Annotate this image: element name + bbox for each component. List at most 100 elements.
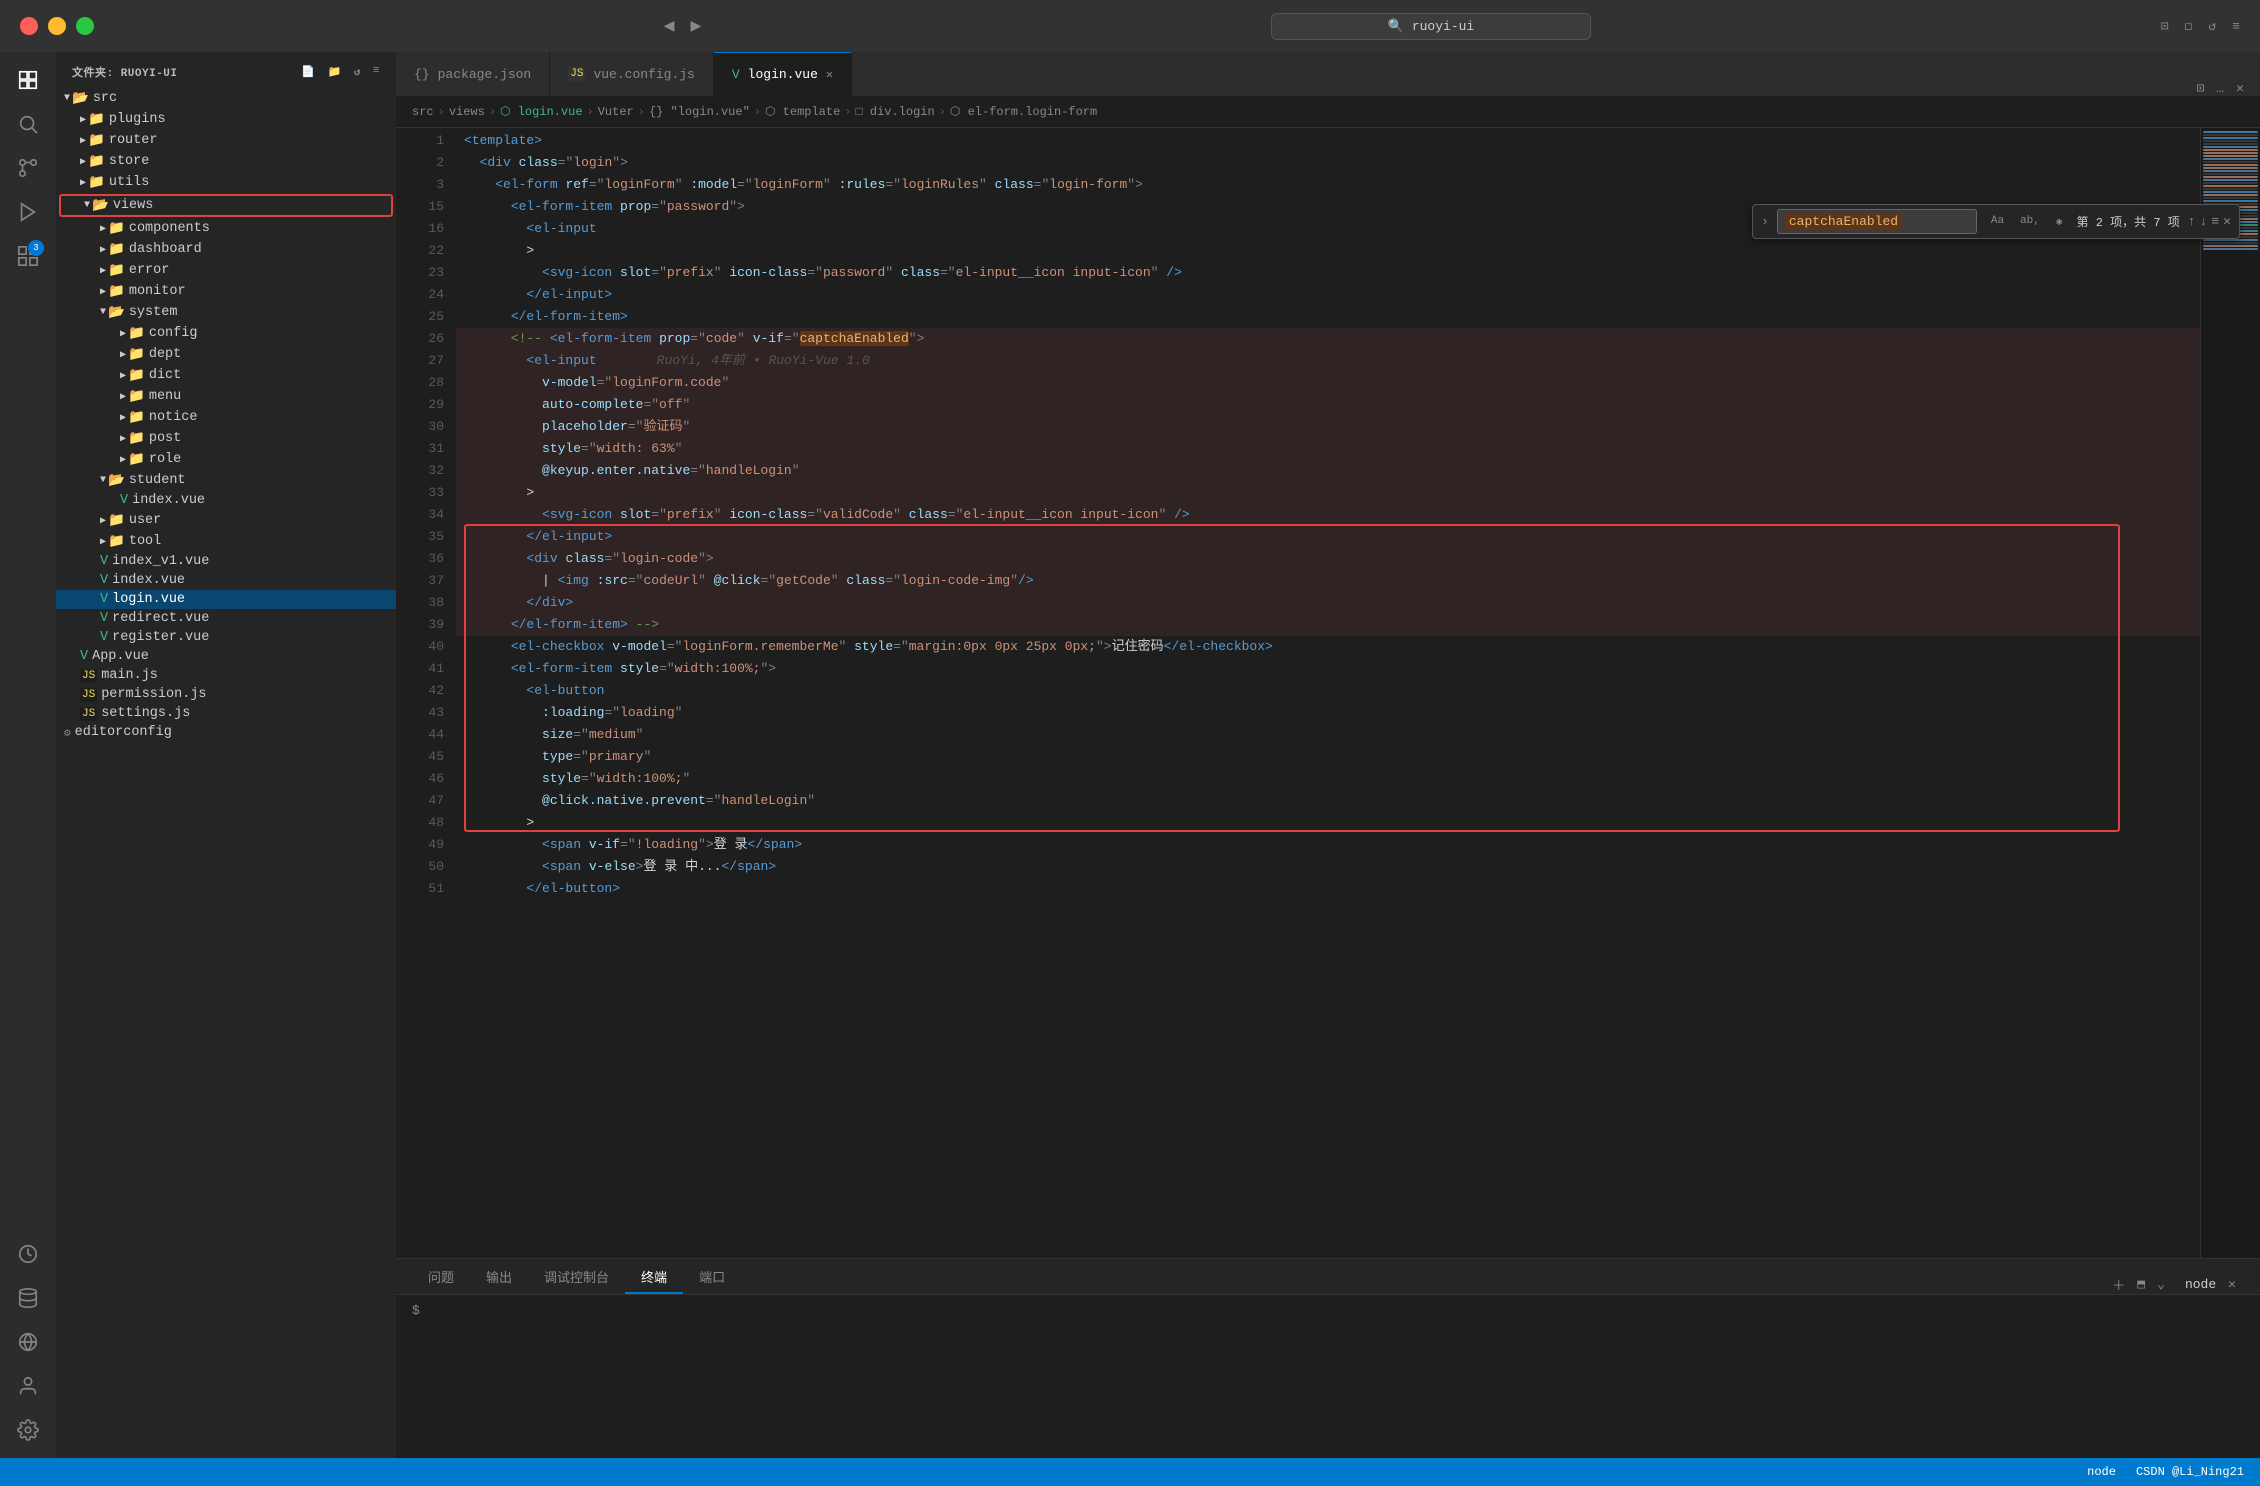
nav-forward-icon[interactable]: ▶ xyxy=(691,15,702,37)
panel-tab-debug[interactable]: 调试控制台 xyxy=(528,1261,625,1294)
panel-more-icon[interactable]: ⌄ xyxy=(2157,1277,2165,1292)
new-file-icon[interactable]: 📄 xyxy=(301,65,315,79)
search-close-icon[interactable]: ✕ xyxy=(2223,214,2231,229)
breadcrumb-src[interactable]: src xyxy=(412,105,434,119)
collapse-all-icon[interactable]: ≡ xyxy=(373,65,380,79)
tree-item[interactable]: ▶ 📁 dict xyxy=(56,365,396,386)
title-bar: ◀ ▶ 🔍 ruoyi-ui ⊡ ◻ ↺ ≡ xyxy=(0,0,2260,52)
tree-item[interactable]: ▶ 📁 dashboard xyxy=(56,239,396,260)
extensions-icon[interactable]: 3 xyxy=(8,236,48,276)
close-button[interactable] xyxy=(20,17,38,35)
panel-tabs: 问题 输出 调试控制台 终端 端口 ＋ ⬒ ⌄ node ✕ xyxy=(396,1259,2260,1295)
regex-btn[interactable]: ✱ xyxy=(2050,212,2069,232)
refresh-sidebar-icon[interactable]: ↺ xyxy=(354,65,361,79)
tree-item[interactable]: JS permission.js xyxy=(56,685,396,704)
maximize-button[interactable] xyxy=(76,17,94,35)
breadcrumb-sep-7: › xyxy=(939,105,946,119)
tree-item[interactable]: ▶ 📁 components xyxy=(56,218,396,239)
tree-item[interactable]: ▶ 📁 monitor xyxy=(56,281,396,302)
tree-item[interactable]: V redirect.vue xyxy=(56,609,396,628)
account-icon[interactable] xyxy=(8,1366,48,1406)
panel-close-icon[interactable]: ✕ xyxy=(2228,1277,2236,1292)
whole-word-btn[interactable]: ab, xyxy=(2014,212,2046,232)
code-line-30: placeholder="验证码" xyxy=(456,416,2200,438)
vue-icon-4: V xyxy=(100,592,108,607)
run-icon[interactable] xyxy=(8,192,48,232)
tree-item[interactable]: ▶ 📁 dept xyxy=(56,344,396,365)
case-sensitive-btn[interactable]: Aa xyxy=(1985,212,2010,232)
tab-vue-config[interactable]: JS vue.config.js xyxy=(550,52,714,96)
clock-icon[interactable] xyxy=(8,1234,48,1274)
tree-item[interactable]: ▶ 📁 role xyxy=(56,449,396,470)
sidebar-item-user[interactable]: ▶ 📁 user xyxy=(56,510,396,531)
more-tabs-icon[interactable]: … xyxy=(2216,81,2224,96)
tree-item[interactable]: V index.vue xyxy=(56,491,396,510)
search-activity-icon[interactable] xyxy=(8,104,48,144)
tree-item[interactable]: ▼ 📂 student xyxy=(56,470,396,491)
panel-add-icon[interactable]: ＋ xyxy=(2112,1275,2125,1294)
search-input[interactable]: captchaEnabled xyxy=(1777,209,1977,234)
line-num-34: 34 xyxy=(396,504,444,526)
search-expand-icon[interactable]: › xyxy=(1761,214,1769,229)
panel-tab-ports[interactable]: 端口 xyxy=(683,1261,741,1294)
panel-tab-output[interactable]: 输出 xyxy=(470,1261,528,1294)
split-editor-icon[interactable]: ⊡ xyxy=(2197,81,2205,96)
tree-item[interactable]: ▶ 📁 plugins xyxy=(56,109,396,130)
code-content: 1 2 3 15 16 22 23 24 25 26 27 28 29 30 xyxy=(396,128,2200,900)
more-icon[interactable]: ≡ xyxy=(2232,19,2240,34)
tree-item[interactable]: ▶ 📁 config xyxy=(56,323,396,344)
tab-login-vue[interactable]: V login.vue ✕ xyxy=(714,52,852,96)
tree-item[interactable]: ▶ 📁 tool xyxy=(56,531,396,552)
panel-content[interactable]: $ xyxy=(396,1295,2260,1458)
tree-item[interactable]: V index_v1.vue xyxy=(56,552,396,571)
tree-item[interactable]: ⚙ editorconfig xyxy=(56,723,396,742)
panel-split-icon[interactable]: ⬒ xyxy=(2137,1277,2145,1292)
sidebar-item-views[interactable]: ▼ 📂 views xyxy=(60,195,392,216)
search-next-icon[interactable]: ↓ xyxy=(2200,214,2208,229)
tree-item[interactable]: ▶ 📁 error xyxy=(56,260,396,281)
tree-item[interactable]: ▶ 📁 post xyxy=(56,428,396,449)
layout-icon[interactable]: ◻ xyxy=(2185,19,2193,34)
tree-item[interactable]: ▶ 📁 notice xyxy=(56,407,396,428)
breadcrumb-loginvue-key[interactable]: {} "login.vue" xyxy=(649,105,750,119)
tree-item[interactable]: ▶ 📁 utils xyxy=(56,172,396,193)
tree-item[interactable]: V register.vue xyxy=(56,628,396,647)
tree-item[interactable]: JS main.js xyxy=(56,666,396,685)
breadcrumb-views[interactable]: views xyxy=(449,105,485,119)
tree-item[interactable]: ▶ 📁 menu xyxy=(56,386,396,407)
sidebar-item-router[interactable]: ▶ 📁 router xyxy=(56,130,396,151)
breadcrumb-template[interactable]: ⬡ template xyxy=(765,104,840,119)
search-lines-icon[interactable]: ≡ xyxy=(2211,214,2219,229)
tree-item[interactable]: ▶ 📁 store xyxy=(56,151,396,172)
panel-tab-problems[interactable]: 问题 xyxy=(412,1261,470,1294)
split-icon[interactable]: ⊡ xyxy=(2161,19,2169,34)
tree-item[interactable]: JS settings.js xyxy=(56,704,396,723)
explorer-icon[interactable] xyxy=(8,60,48,100)
refresh-icon[interactable]: ↺ xyxy=(2208,19,2216,34)
source-control-icon[interactable] xyxy=(8,148,48,188)
tree-item[interactable]: ▼ 📂 src xyxy=(56,88,396,109)
search-prev-icon[interactable]: ↑ xyxy=(2188,214,2196,229)
tree-item[interactable]: ▼ 📂 system xyxy=(56,302,396,323)
tab-close-icon[interactable]: ✕ xyxy=(826,67,833,82)
database-icon[interactable] xyxy=(8,1278,48,1318)
nav-back-icon[interactable]: ◀ xyxy=(664,15,675,37)
code-editor[interactable]: 1 2 3 15 16 22 23 24 25 26 27 28 29 30 xyxy=(396,128,2200,1258)
breadcrumb-divlogin[interactable]: □ div.login xyxy=(855,105,934,119)
sidebar-item-login-vue[interactable]: V login.vue xyxy=(56,590,396,609)
tree-item[interactable]: V App.vue xyxy=(56,647,396,666)
status-bar: node CSDN @Li_Ning21 xyxy=(0,1458,2260,1486)
close-panel-icon[interactable]: ✕ xyxy=(2236,81,2244,96)
line-num-48: 48 xyxy=(396,812,444,834)
tree-item[interactable]: V index.vue xyxy=(56,571,396,590)
minimize-button[interactable] xyxy=(48,17,66,35)
settings-icon[interactable] xyxy=(8,1410,48,1450)
breadcrumb-vuter[interactable]: Vuter xyxy=(598,105,634,119)
remote-icon[interactable] xyxy=(8,1322,48,1362)
title-search[interactable]: 🔍 ruoyi-ui xyxy=(1271,13,1591,40)
tab-package-json[interactable]: {} package.json xyxy=(396,52,550,96)
breadcrumb-login[interactable]: ⬡ login.vue xyxy=(500,104,583,119)
breadcrumb-form[interactable]: ⬡ el-form.login-form xyxy=(950,104,1097,119)
new-folder-icon[interactable]: 📁 xyxy=(328,65,342,79)
panel-tab-terminal[interactable]: 终端 xyxy=(625,1261,683,1294)
